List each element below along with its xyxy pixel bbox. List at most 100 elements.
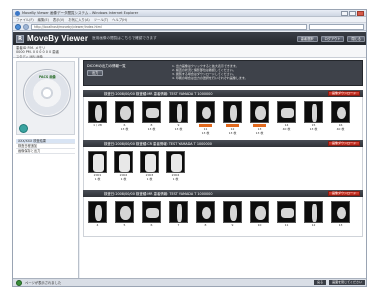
thumbnail-strip: 4 5 6 7 8 9 10 11 12 13 [83, 197, 363, 237]
thumbnail-label: 6 [142, 223, 161, 228]
study-header-text: 検査日:2008/00/00 検査種:MR 患者情報: TEST YAMADA … [104, 192, 213, 196]
disc-brand-label: PACS 画像 [39, 75, 56, 79]
image-thumbnail[interactable]: 8 [196, 201, 215, 228]
left-nav-list: XXX/XXX 検査結果 検査日程追加 画像保存と出力 [16, 139, 75, 154]
image-thumbnail[interactable]: 13 [331, 201, 350, 228]
status-text: ページが表示されました [25, 281, 62, 285]
thumbnail-image [250, 201, 269, 223]
menu-view[interactable]: 表示(V) [53, 17, 64, 22]
download-images-button[interactable]: 画像ダウンロード [327, 91, 360, 96]
image-thumbnail[interactable]: 16 40 枚 [331, 101, 350, 131]
image-thumbnail[interactable]: 2002 1 枚 [114, 151, 133, 181]
image-thumbnail[interactable]: 5 [115, 201, 134, 228]
study-header: 検査日:2008/00/00 検査種:MR 患者情報: TEST YAMADA … [83, 90, 363, 97]
image-thumbnail[interactable]: 2003 1 枚 [140, 151, 159, 181]
image-thumbnail[interactable]: 11 [277, 201, 296, 228]
series-number: 8 [204, 223, 207, 227]
back-button[interactable]: 戻る [314, 280, 327, 285]
thumbnail-label: 2004 1 枚 [166, 173, 185, 181]
image-thumbnail[interactable]: 6 [142, 201, 161, 228]
left-nav-item-export[interactable]: 画像保存と出力 [16, 149, 75, 154]
thumbnail-label: 8 [196, 223, 215, 228]
menu-edit[interactable]: 編集(E) [38, 17, 49, 22]
patient-detail-line: 0000 PM. 0 0 0 0 0 0 患者 [16, 50, 60, 54]
image-thumbnail[interactable]: 14 40 枚 [277, 101, 296, 131]
main-content: DICOMの出力の情報一覧 出力 1. 出力画像はクリックすると拡大表示できます… [80, 58, 366, 280]
export-button[interactable]: 出力 [87, 70, 104, 76]
image-thumbnail[interactable]: 4 [88, 201, 107, 228]
thumbnail-image [196, 201, 215, 223]
thumbnail-label: 7 [169, 223, 188, 228]
study-header: 検査日:2008/00/00 検査種:MR 患者情報: TEST YAMADA … [83, 190, 363, 197]
url-field[interactable]: http://localhost/moveby/viewer/index.htm… [31, 23, 307, 30]
address-bar: http://localhost/moveby/viewer/index.htm… [13, 23, 366, 31]
minimize-button[interactable] [341, 10, 348, 16]
close-screen-button[interactable]: 画面を閉じてください [329, 280, 365, 285]
thumbnail-image [114, 151, 133, 173]
thumbnail-image [331, 201, 350, 223]
series-badge [226, 124, 239, 127]
close-button[interactable]: 閉じる [347, 35, 365, 42]
thumbnail-image [115, 201, 134, 223]
menu-tools[interactable]: ツール(T) [94, 17, 108, 22]
series-number: 13 [338, 223, 343, 227]
image-thumbnail[interactable]: 1 / 28 [88, 101, 107, 128]
image-count: 1 枚 [146, 176, 153, 181]
thumbnail-label: 15 13 枚 [304, 123, 323, 131]
thumbnail-label: 13 13 枚 [250, 127, 269, 135]
image-thumbnail[interactable]: 10 [250, 201, 269, 228]
image-thumbnail[interactable]: 9 [223, 201, 242, 228]
image-count: 1 枚 [172, 176, 179, 181]
image-count: 13 枚 [120, 126, 129, 131]
thumbnail-image [88, 101, 107, 123]
menu-favorites[interactable]: お気に入り(A) [68, 17, 89, 22]
maximize-button[interactable] [349, 10, 356, 16]
thumbnail-image [88, 201, 107, 223]
thumbnail-image [277, 101, 296, 123]
header-buttons: 患者選択 ログアウト 閉じる [296, 35, 365, 42]
thumbnail-image [304, 201, 323, 223]
start-icon[interactable] [16, 279, 22, 286]
disc-preview: PACS 画像 [16, 61, 75, 135]
series-number: 6 [150, 223, 153, 227]
image-thumbnail[interactable]: 15 13 枚 [304, 101, 323, 131]
thumbnail-image [142, 201, 161, 223]
image-thumbnail[interactable]: 2004 1 枚 [166, 151, 185, 181]
image-thumbnail[interactable]: 12 13 枚 [223, 101, 242, 135]
notice-line: 4. 印刷の場合は出力の選択を行いそれぞれ画像します。 [172, 76, 248, 80]
image-thumbnail[interactable]: 11 13 枚 [196, 101, 215, 135]
image-thumbnail[interactable]: 6 13 枚 [115, 101, 134, 131]
close-window-button[interactable] [357, 10, 364, 16]
search-input[interactable] [309, 23, 364, 30]
image-thumbnail[interactable]: 8 13 枚 [142, 101, 161, 131]
select-patient-button[interactable]: 患者選択 [296, 35, 318, 42]
thumbnail-label: 14 40 枚 [277, 123, 296, 131]
logout-button[interactable]: ログアウト [320, 35, 345, 42]
image-thumbnail[interactable]: 7 [169, 201, 188, 228]
download-images-button[interactable]: 画像ダウンロード [327, 191, 360, 196]
window-controls [341, 10, 364, 16]
thumbnail-image [88, 151, 107, 173]
download-images-button[interactable]: 画像ダウンロード [327, 141, 360, 146]
thumbnail-label: 5 [115, 223, 134, 228]
image-count: 13 枚 [201, 130, 210, 135]
menu-file[interactable]: ファイル(F) [16, 17, 34, 22]
notice-title: DICOMの出力の情報一覧 [87, 64, 126, 68]
thumbnail-image [140, 151, 159, 173]
back-icon[interactable] [15, 23, 21, 30]
image-thumbnail[interactable]: 9 13 枚 [169, 101, 188, 131]
study-header-text: 検査日:2008/00/00 検査種:MR 患者情報: TEST YAMADA … [104, 92, 213, 96]
image-thumbnail[interactable]: 2001 1 枚 [88, 151, 107, 181]
thumbnail-label: 9 13 枚 [169, 123, 188, 131]
status-orb-icon[interactable] [19, 124, 28, 133]
image-thumbnail[interactable]: 12 [304, 201, 323, 228]
image-count: 40 枚 [336, 126, 345, 131]
menu-help[interactable]: ヘルプ(H) [112, 17, 127, 22]
forward-icon[interactable] [23, 23, 29, 30]
thumbnail-image [223, 201, 242, 223]
image-thumbnail[interactable]: 13 13 枚 [250, 101, 269, 135]
thumbnail-image [331, 101, 350, 123]
thumbnail-label: 4 [88, 223, 107, 228]
thumbnail-label: 11 13 枚 [196, 127, 215, 135]
window-title: MoveBy Viewer 画像データ閲覧システム - Windows Inte… [22, 10, 139, 15]
